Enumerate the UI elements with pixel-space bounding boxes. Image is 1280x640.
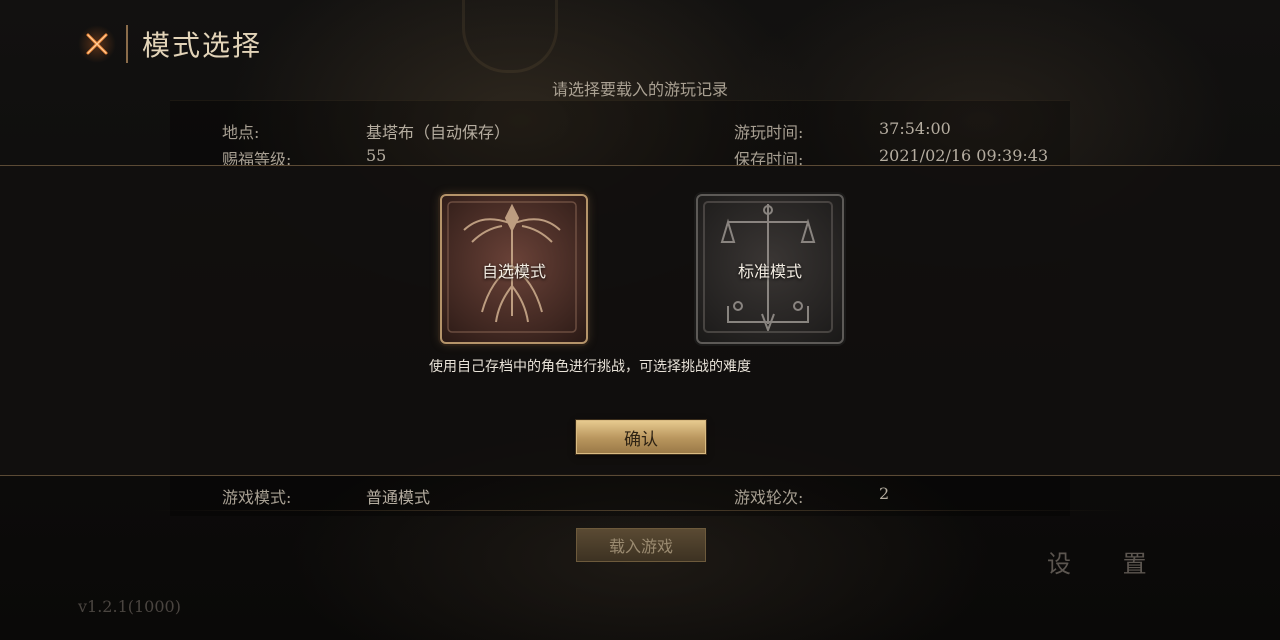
close-button[interactable]: [78, 25, 116, 63]
mode-description: 使用自己存档中的角色进行挑战，可选择挑战的难度: [429, 359, 751, 375]
location-value: 基塔布（自动保存）: [366, 123, 511, 142]
version-text: v1.2.1(1000): [78, 597, 181, 616]
round-label: 游戏轮次:: [734, 488, 804, 507]
gamemode-label: 游戏模式:: [222, 488, 292, 507]
mode-select-modal: 自选模式 标准模式 使用自己存档中的角色进行挑战，可选择挑战的难度 确认: [0, 165, 1280, 476]
custom-mode-label: 自选模式: [481, 262, 546, 281]
confirm-button[interactable]: 确认: [576, 420, 706, 454]
gamemode-value: 普通模式: [366, 488, 431, 507]
standard-mode-label: 标准模式: [737, 262, 802, 281]
header: 模式选择: [78, 22, 262, 66]
record-divider-bottom: [150, 510, 1130, 511]
savetime-value: 2021/02/16 09:39:43: [879, 146, 1049, 165]
level-value: 55: [366, 146, 387, 165]
playtime-value: 37:54:00: [879, 119, 951, 138]
close-x-icon: [86, 33, 108, 55]
screen: 模式选择 请选择要载入的游玩记录 地点: 基塔布（自动保存） 游玩时间: 37:…: [0, 0, 1280, 640]
settings-button[interactable]: 设 置: [1047, 544, 1169, 579]
record-prompt: 请选择要载入的游玩记录: [551, 80, 728, 99]
load-game-button[interactable]: 载入游戏: [576, 528, 706, 562]
location-label: 地点:: [222, 123, 260, 142]
custom-mode-card[interactable]: 自选模式: [440, 194, 588, 344]
playtime-label: 游玩时间:: [734, 123, 804, 142]
page-title: 模式选择: [142, 29, 263, 62]
standard-mode-card[interactable]: 标准模式: [696, 194, 844, 344]
header-divider: [126, 25, 128, 63]
round-value: 2: [879, 484, 890, 503]
